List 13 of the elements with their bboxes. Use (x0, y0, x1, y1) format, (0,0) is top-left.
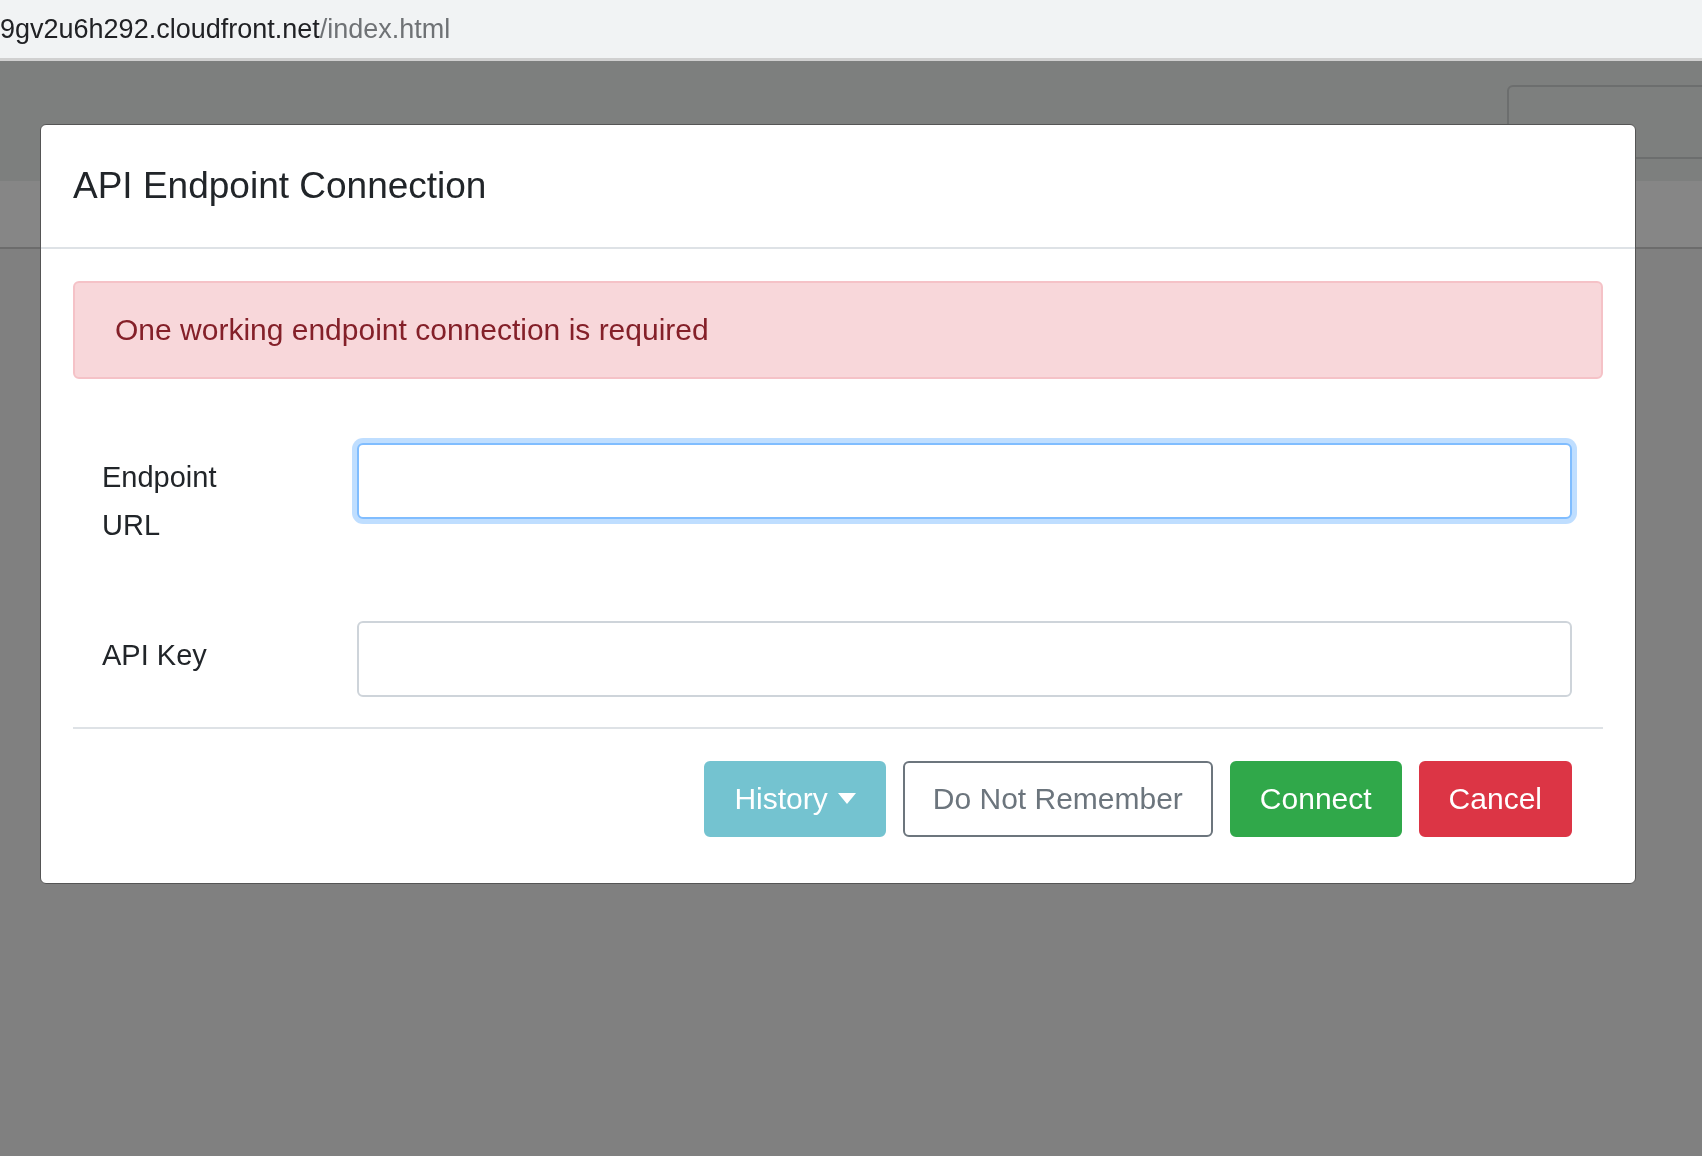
input-field[interactable] (357, 443, 1572, 519)
caret-icon (837, 793, 856, 805)
field-label: Endpoint URL (102, 460, 218, 543)
input-field[interactable] (357, 621, 1572, 697)
url-host: 9gv2u6h292.cloudfront.net (0, 13, 320, 45)
url-path: /index.html (319, 13, 451, 45)
button[interactable]: Connect (1229, 761, 1402, 837)
button[interactable]: Do Not Remember (902, 761, 1213, 837)
error-alert: One working endpoint connection is required (73, 281, 1603, 379)
address-bar[interactable]: 9gv2u6h292.cloudfront.net/index.html (0, 0, 1702, 61)
button[interactable]: Cancel (1418, 761, 1572, 837)
field-label: API Key (102, 638, 208, 673)
dialog-title: API Endpoint Connection (73, 165, 487, 207)
